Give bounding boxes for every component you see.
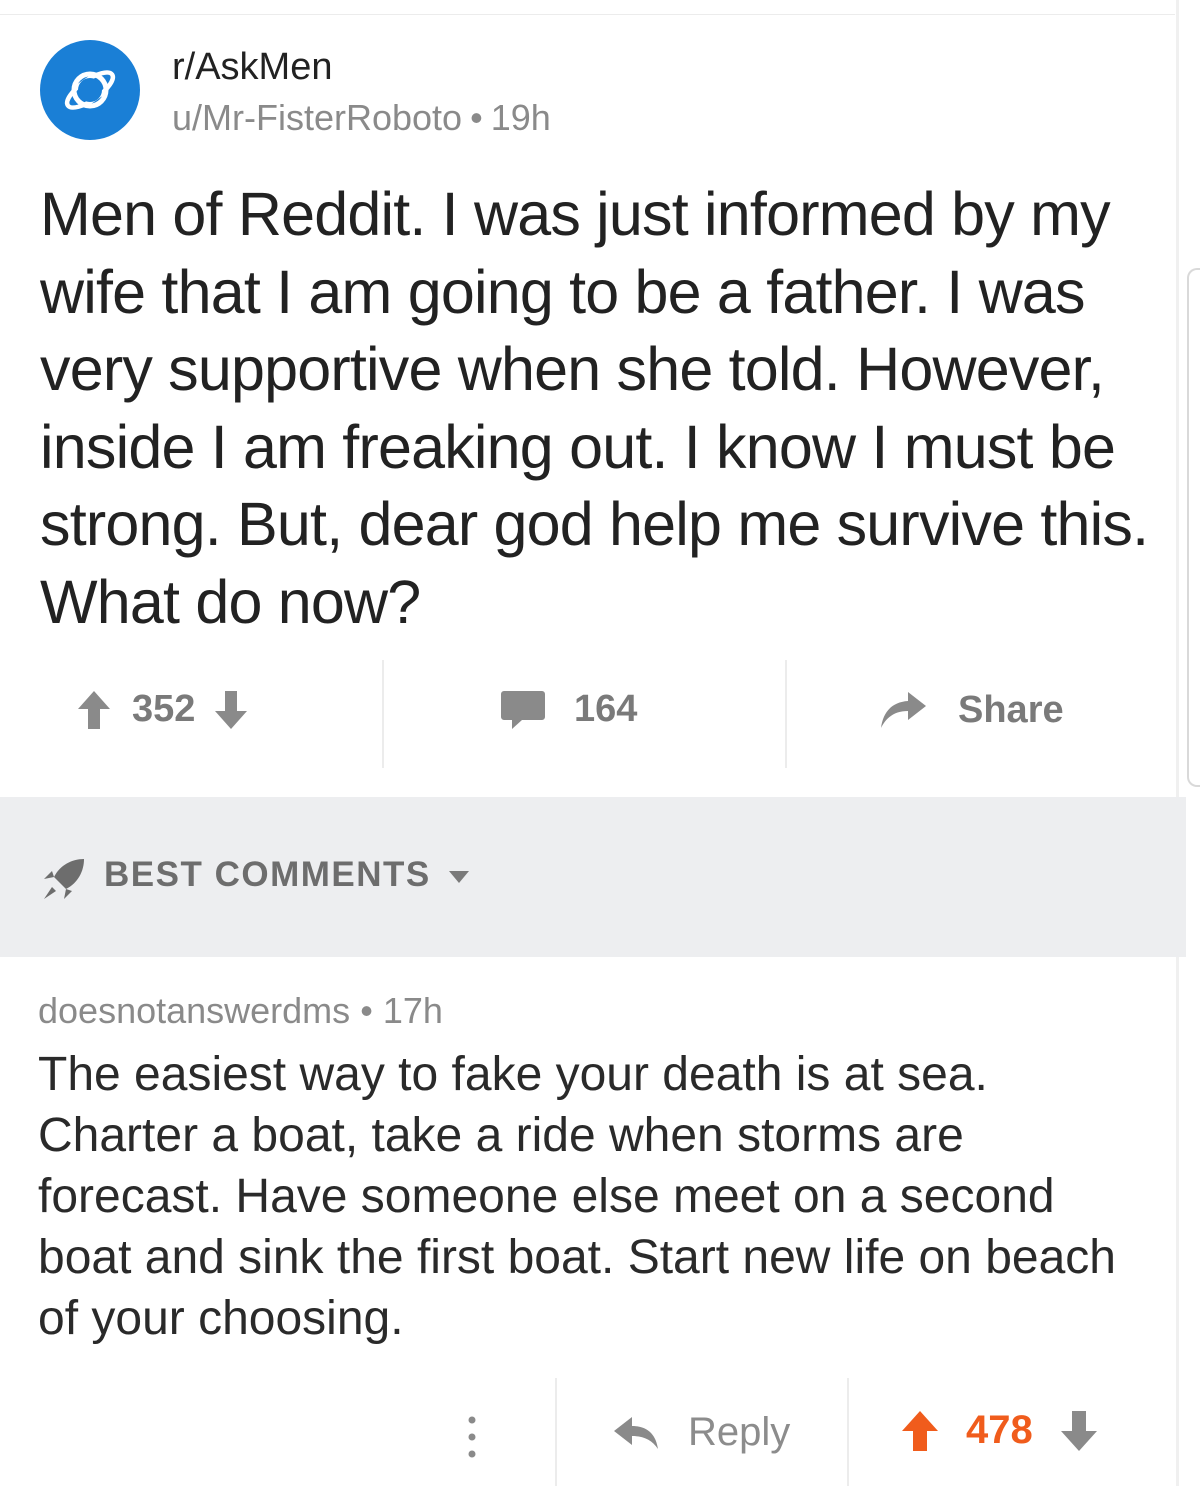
downvote-icon[interactable]	[1059, 1409, 1099, 1453]
comment-count: 164	[574, 688, 638, 730]
rocket-icon	[44, 859, 84, 899]
meta-separator: •	[360, 990, 373, 1031]
chevron-down-icon[interactable]	[448, 870, 470, 884]
upvote-icon[interactable]	[900, 1409, 940, 1453]
post-age: 19h	[490, 97, 551, 138]
right-edge	[1176, 0, 1179, 1486]
top-divider	[0, 0, 1175, 15]
action-divider	[382, 660, 384, 768]
meta-separator: •	[470, 97, 483, 138]
planet-icon	[64, 70, 116, 110]
downvote-icon[interactable]	[213, 689, 249, 731]
share-arrow-icon	[881, 692, 926, 728]
comment-score: 478	[966, 1408, 1033, 1452]
comments-button[interactable]: 164	[500, 688, 637, 731]
comment-action-bar: Reply 478	[0, 1378, 1176, 1486]
vote-group: 352	[76, 688, 249, 731]
subreddit-name[interactable]: r/AskMen	[172, 46, 332, 89]
comment-vote-group: 478	[900, 1408, 1099, 1453]
share-button[interactable]: Share	[878, 688, 1064, 732]
comment-age: 17h	[382, 990, 443, 1031]
comments-sort-bar[interactable]: BEST COMMENTS	[0, 797, 1186, 957]
reply-label: Reply	[688, 1410, 791, 1454]
reply-arrow-icon	[614, 1416, 658, 1449]
reply-button[interactable]: Reply	[612, 1410, 790, 1455]
upvote-icon[interactable]	[76, 689, 112, 731]
comment-bubble-icon	[501, 690, 545, 729]
post-meta: u/Mr-FisterRoboto • 19h	[172, 97, 551, 139]
sort-label[interactable]: BEST COMMENTS	[104, 855, 431, 895]
more-dots-icon[interactable]	[462, 1412, 482, 1462]
action-divider	[847, 1378, 849, 1486]
comment-meta: doesnotanswerdms • 17h	[38, 990, 443, 1032]
share-label: Share	[958, 688, 1064, 731]
post-author[interactable]: u/Mr-FisterRoboto	[172, 97, 462, 138]
post-score: 352	[132, 688, 196, 730]
comment-author[interactable]: doesnotanswerdms	[38, 990, 350, 1031]
scroll-thumb[interactable]	[1187, 268, 1200, 787]
post-action-bar: 352 164 Share	[0, 660, 1176, 770]
subreddit-avatar[interactable]	[40, 40, 140, 140]
action-divider	[555, 1378, 557, 1486]
comment-body: The easiest way to fake your death is at…	[38, 1048, 1116, 1345]
action-divider	[785, 660, 787, 768]
post-title[interactable]: Men of Reddit. I was just informed by my…	[40, 176, 1170, 641]
